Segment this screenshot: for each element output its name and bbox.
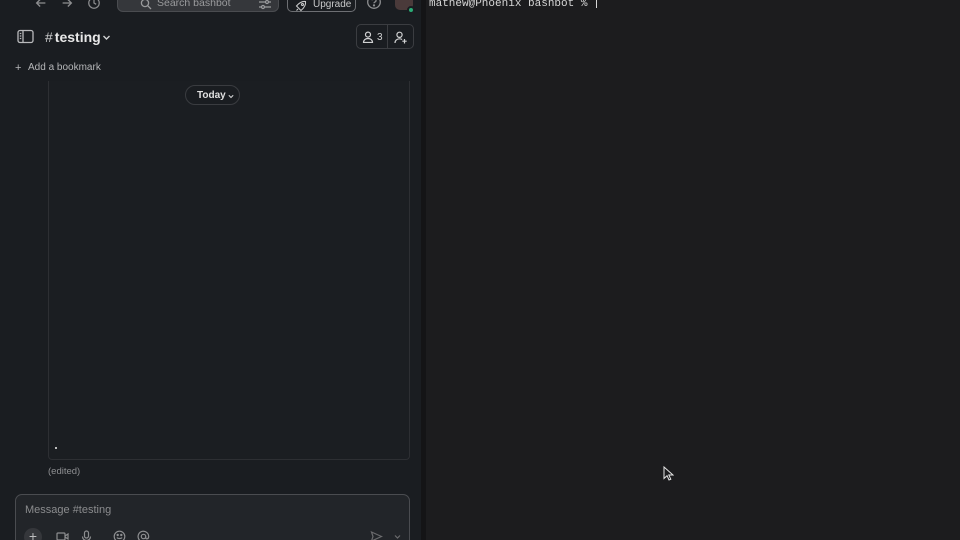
video-icon[interactable] — [56, 530, 69, 540]
sidebar-toggle-icon[interactable] — [17, 29, 34, 44]
search-placeholder: Search bashbot — [157, 0, 231, 9]
bookmark-bar[interactable]: + Add a bookmark — [0, 59, 421, 77]
search-bar[interactable]: Search bashbot — [117, 0, 279, 12]
chevron-down-icon[interactable] — [102, 34, 111, 41]
terminal-caret — [596, 0, 598, 8]
plus-icon: + — [15, 62, 22, 74]
slack-window: Search bashbot Upgrade # testing 3 + Add … — [0, 0, 421, 540]
forward-arrow-icon[interactable] — [59, 0, 75, 11]
slack-top-bar: Search bashbot Upgrade — [0, 0, 421, 14]
date-divider-label: Today — [197, 90, 226, 101]
channel-name-text: testing — [54, 29, 101, 45]
mouse-pointer-icon — [663, 466, 674, 481]
send-icon[interactable] — [370, 530, 383, 540]
presence-status-dot — [407, 6, 415, 14]
mention-icon[interactable] — [137, 530, 150, 540]
upgrade-label: Upgrade — [313, 0, 352, 10]
emoji-icon[interactable] — [113, 530, 126, 540]
message-composer[interactable]: Message #testing + — [15, 494, 410, 540]
channel-title[interactable]: # testing — [45, 29, 101, 45]
send-options-chevron-icon[interactable] — [391, 530, 404, 540]
help-icon[interactable] — [366, 0, 382, 10]
members-button[interactable]: 3 — [356, 24, 388, 49]
channel-header: # testing 3 — [0, 22, 421, 52]
chevron-down-icon — [228, 94, 234, 99]
terminal-window[interactable]: mathew@Phoenix bashbot % — [426, 0, 960, 540]
microphone-icon[interactable] — [80, 530, 93, 540]
add-bookmark-link[interactable]: Add a bookmark — [28, 62, 101, 73]
member-count: 3 — [377, 32, 383, 43]
message-list[interactable] — [48, 81, 410, 460]
attach-plus-icon[interactable]: + — [24, 528, 42, 540]
message-input[interactable]: Message #testing — [25, 504, 111, 516]
add-person-icon — [394, 31, 407, 44]
terminal-prompt-line: mathew@Phoenix bashbot % — [429, 0, 598, 10]
message-text — [55, 447, 57, 449]
search-icon — [140, 0, 152, 10]
add-member-button[interactable] — [387, 24, 414, 49]
rocket-icon — [295, 0, 307, 12]
upgrade-button[interactable]: Upgrade — [287, 0, 356, 12]
filter-sliders-icon[interactable] — [258, 0, 272, 11]
edited-label: (edited) — [48, 466, 81, 477]
person-icon — [362, 31, 374, 43]
terminal-prompt: mathew@Phoenix bashbot % — [429, 0, 595, 10]
history-clock-icon[interactable] — [86, 0, 102, 11]
channel-hash: # — [45, 29, 53, 45]
date-divider-button[interactable]: Today — [185, 85, 240, 105]
back-arrow-icon[interactable] — [33, 0, 49, 11]
